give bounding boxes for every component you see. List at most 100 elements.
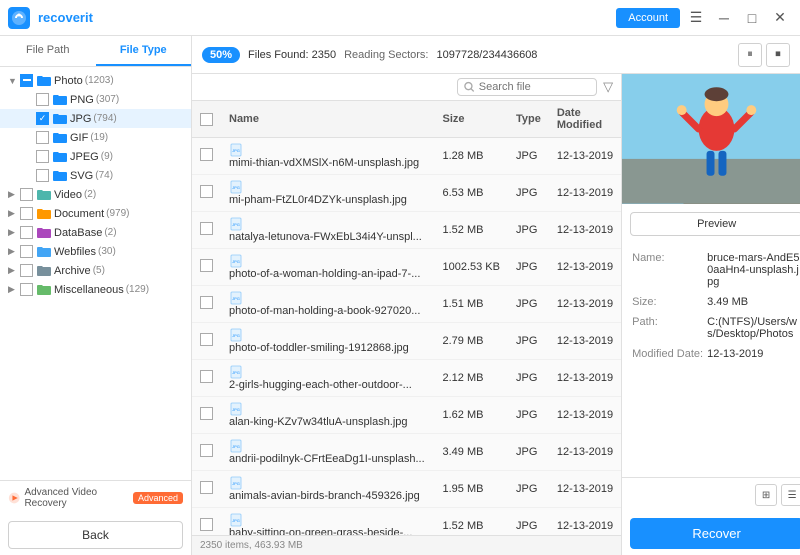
gif-checkbox[interactable] [36,131,49,144]
row-checkbox-cell[interactable] [192,360,221,397]
tab-file-type[interactable]: File Type [96,36,192,66]
pause-button[interactable]: ⏸ [738,43,762,67]
app-logo-icon [8,7,30,29]
filename: natalya-letunova-FWxEbL34i4Y-unspl... [229,231,422,243]
progress-badge: 50% [202,47,240,63]
row-checkbox-cell[interactable] [192,286,221,323]
row-type-cell: JPG [508,434,549,471]
content-right-split: ▽ Name Size Type Date Modified [192,74,800,555]
sidebar-item-misc[interactable]: ▶ Miscellaneous (129) [0,280,191,299]
jpg-checkbox[interactable]: ✓ [36,112,49,125]
table-row[interactable]: JPG photo-of-man-holding-a-book-927020..… [192,286,621,323]
filename: mi-pham-FtZL0r4DZYk-unsplash.jpg [229,194,407,206]
sidebar-item-gif[interactable]: GIF (19) [0,128,191,147]
col-date[interactable]: Date Modified [549,101,621,138]
svg-text:JPG: JPG [232,185,240,190]
file-icon: JPG [229,291,243,305]
misc-checkbox[interactable] [20,283,33,296]
main-container: File Path File Type ▼ Photo (1203) [0,36,800,555]
row-checkbox-cell[interactable] [192,508,221,536]
folder-icon [53,132,67,143]
photo-checkbox[interactable] [20,74,33,87]
table-row[interactable]: JPG 2-girls-hugging-each-other-outdoor-.… [192,360,621,397]
search-input[interactable] [479,81,590,93]
table-footer: 2350 items, 463.93 MB [192,535,621,555]
file-icon: JPG [229,328,243,342]
sidebar-item-webfiles[interactable]: ▶ Webfiles (30) [0,242,191,261]
table-row[interactable]: JPG mimi-thian-vdXMSlX-n6M-unsplash.jpg … [192,138,621,175]
table-row[interactable]: JPG alan-king-KZv7w34tluA-unsplash.jpg 1… [192,397,621,434]
minimize-button[interactable]: ─ [712,6,736,30]
col-type[interactable]: Type [508,101,549,138]
sidebar-item-database[interactable]: ▶ DataBase (2) [0,223,191,242]
sidebar-item-jpg[interactable]: ✓ JPG (794) [0,109,191,128]
preview-button[interactable]: Preview [630,212,800,236]
database-label: DataBase [54,227,102,239]
sidebar-item-video[interactable]: ▶ Video (2) [0,185,191,204]
sidebar-item-archive[interactable]: ▶ Archive (5) [0,261,191,280]
jpeg-checkbox[interactable] [36,150,49,163]
archive-label: Archive [54,265,91,277]
menu-button[interactable]: ☰ [684,6,708,30]
video-label: Video [54,189,82,201]
jpg-count: (794) [93,113,116,124]
arrow-icon: ▶ [8,284,20,295]
table-row[interactable]: JPG animals-avian-birds-branch-459326.jp… [192,471,621,508]
row-name-cell: JPG baby-sitting-on-green-grass-beside-.… [221,508,434,536]
svg-text:JPG: JPG [232,259,240,264]
stop-button[interactable]: ⏹ [766,43,790,67]
table-row[interactable]: JPG mi-pham-FtZL0r4DZYk-unsplash.jpg 6.5… [192,175,621,212]
row-name-cell: JPG 2-girls-hugging-each-other-outdoor-.… [221,360,434,397]
recover-button[interactable]: Recover [630,518,800,549]
name-label: Name: [632,252,707,288]
close-button[interactable]: ✕ [768,6,792,30]
col-name[interactable]: Name [221,101,434,138]
tab-file-path[interactable]: File Path [0,36,96,66]
adv-badge: Advanced [133,492,183,504]
info-size-row: Size: 3.49 MB [632,296,800,308]
sidebar-item-png[interactable]: PNG (307) [0,90,191,109]
database-checkbox[interactable] [20,226,33,239]
row-checkbox-cell[interactable] [192,175,221,212]
size-value: 3.49 MB [707,296,748,308]
photo-count: (1203) [85,75,114,86]
folder-icon [53,94,67,105]
sidebar-item-photo[interactable]: ▼ Photo (1203) [0,71,191,90]
row-date-cell: 12-13-2019 [549,138,621,175]
video-checkbox[interactable] [20,188,33,201]
sidebar-item-svg[interactable]: SVG (74) [0,166,191,185]
filter-icon[interactable]: ▽ [603,79,613,95]
row-checkbox-cell[interactable] [192,434,221,471]
svg-checkbox[interactable] [36,169,49,182]
arrow-icon: ▶ [8,227,20,238]
row-size-cell: 1.51 MB [434,286,508,323]
search-icon [464,81,475,93]
row-name-cell: JPG mimi-thian-vdXMSlX-n6M-unsplash.jpg [221,138,434,175]
row-checkbox-cell[interactable] [192,138,221,175]
row-checkbox-cell[interactable] [192,249,221,286]
png-checkbox[interactable] [36,93,49,106]
document-checkbox[interactable] [20,207,33,220]
sidebar-item-document[interactable]: ▶ Document (979) [0,204,191,223]
svg-text:JPG: JPG [232,296,240,301]
table-row[interactable]: JPG photo-of-toddler-smiling-1912868.jpg… [192,323,621,360]
table-row[interactable]: JPG andrii-podilnyk-CFrtEeaDg1I-unsplash… [192,434,621,471]
back-button[interactable]: Back [8,521,183,549]
archive-checkbox[interactable] [20,264,33,277]
row-checkbox-cell[interactable] [192,397,221,434]
row-type-cell: JPG [508,138,549,175]
maximize-button[interactable]: □ [740,6,764,30]
webfiles-checkbox[interactable] [20,245,33,258]
col-size[interactable]: Size [434,101,508,138]
list-view-button[interactable]: ☰ [781,484,800,506]
table-row[interactable]: JPG natalya-letunova-FWxEbL34i4Y-unspl..… [192,212,621,249]
table-row[interactable]: JPG baby-sitting-on-green-grass-beside-.… [192,508,621,536]
table-row[interactable]: JPG photo-of-a-woman-holding-an-ipad-7-.… [192,249,621,286]
sidebar-item-jpeg[interactable]: JPEG (9) [0,147,191,166]
row-checkbox-cell[interactable] [192,212,221,249]
row-checkbox-cell[interactable] [192,323,221,360]
account-button[interactable]: Account [616,8,680,28]
row-date-cell: 12-13-2019 [549,286,621,323]
grid-view-button[interactable]: ⊞ [755,484,777,506]
row-checkbox-cell[interactable] [192,471,221,508]
